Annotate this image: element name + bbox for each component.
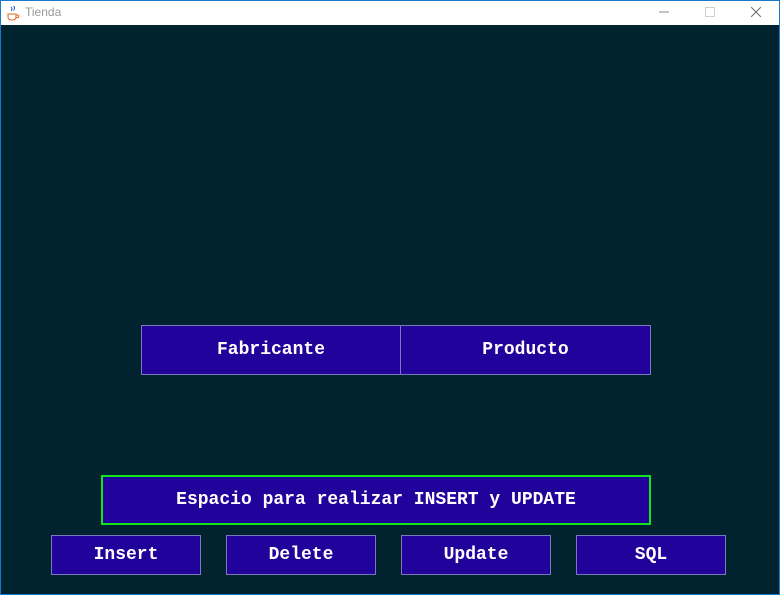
maximize-icon [705,4,715,22]
delete-button[interactable]: Delete [226,535,376,575]
window-title: Tienda [25,5,62,19]
info-label: Espacio para realizar INSERT y UPDATE [101,475,651,525]
tab-producto[interactable]: Producto [400,325,651,375]
minimize-icon [659,4,669,22]
java-coffee-icon [6,5,20,21]
minimize-button[interactable] [641,1,687,25]
close-icon [750,4,762,22]
title-bar[interactable]: Tienda [1,1,779,25]
tab-fabricante[interactable]: Fabricante [141,325,401,375]
maximize-button[interactable] [687,1,733,25]
sql-button[interactable]: SQL [576,535,726,575]
update-button[interactable]: Update [401,535,551,575]
close-button[interactable] [733,1,779,25]
app-window: Tienda Fabricante Producto Espacio para … [0,0,780,595]
main-panel: Fabricante Producto Espacio para realiza… [1,25,779,594]
insert-button[interactable]: Insert [51,535,201,575]
